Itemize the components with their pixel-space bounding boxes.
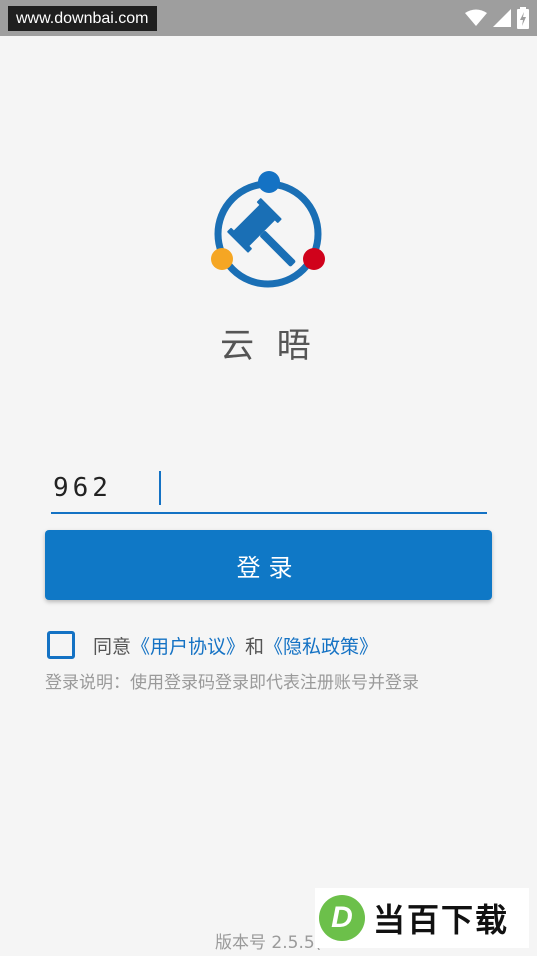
agreement-and: 和 bbox=[245, 635, 265, 658]
wifi-icon bbox=[465, 9, 487, 26]
brand-text: 当百下载 bbox=[373, 901, 510, 939]
user-agreement-link[interactable]: 《用户协议》 bbox=[131, 632, 245, 659]
agreement-row: 同意 《用户协议》 和 《隐私政策》 bbox=[47, 628, 378, 662]
signal-icon bbox=[493, 9, 511, 27]
brand-watermark: D 当百下载 bbox=[315, 888, 529, 948]
text-caret bbox=[159, 471, 161, 505]
status-bar: www.downbai.com bbox=[0, 0, 537, 36]
privacy-policy-link[interactable]: 《隐私政策》 bbox=[264, 632, 378, 659]
agreement-prefix: 同意 bbox=[93, 635, 132, 658]
brand-logo-icon: D bbox=[319, 895, 365, 941]
agreement-checkbox[interactable] bbox=[47, 631, 75, 659]
status-icons bbox=[465, 6, 529, 30]
login-code-field[interactable] bbox=[51, 466, 487, 514]
app-name: 云 晤 bbox=[220, 326, 317, 366]
login-code-input[interactable] bbox=[51, 466, 487, 510]
gavel-logo-icon bbox=[211, 171, 325, 288]
login-note: 登录说明：使用登录码登录即代表注册账号并登录 bbox=[45, 673, 419, 693]
login-button[interactable]: 登录 bbox=[45, 530, 492, 600]
version-label: 版本号 2.5.5( bbox=[215, 933, 322, 953]
watermark-url: www.downbai.com bbox=[8, 6, 157, 31]
battery-charging-icon bbox=[517, 7, 529, 29]
